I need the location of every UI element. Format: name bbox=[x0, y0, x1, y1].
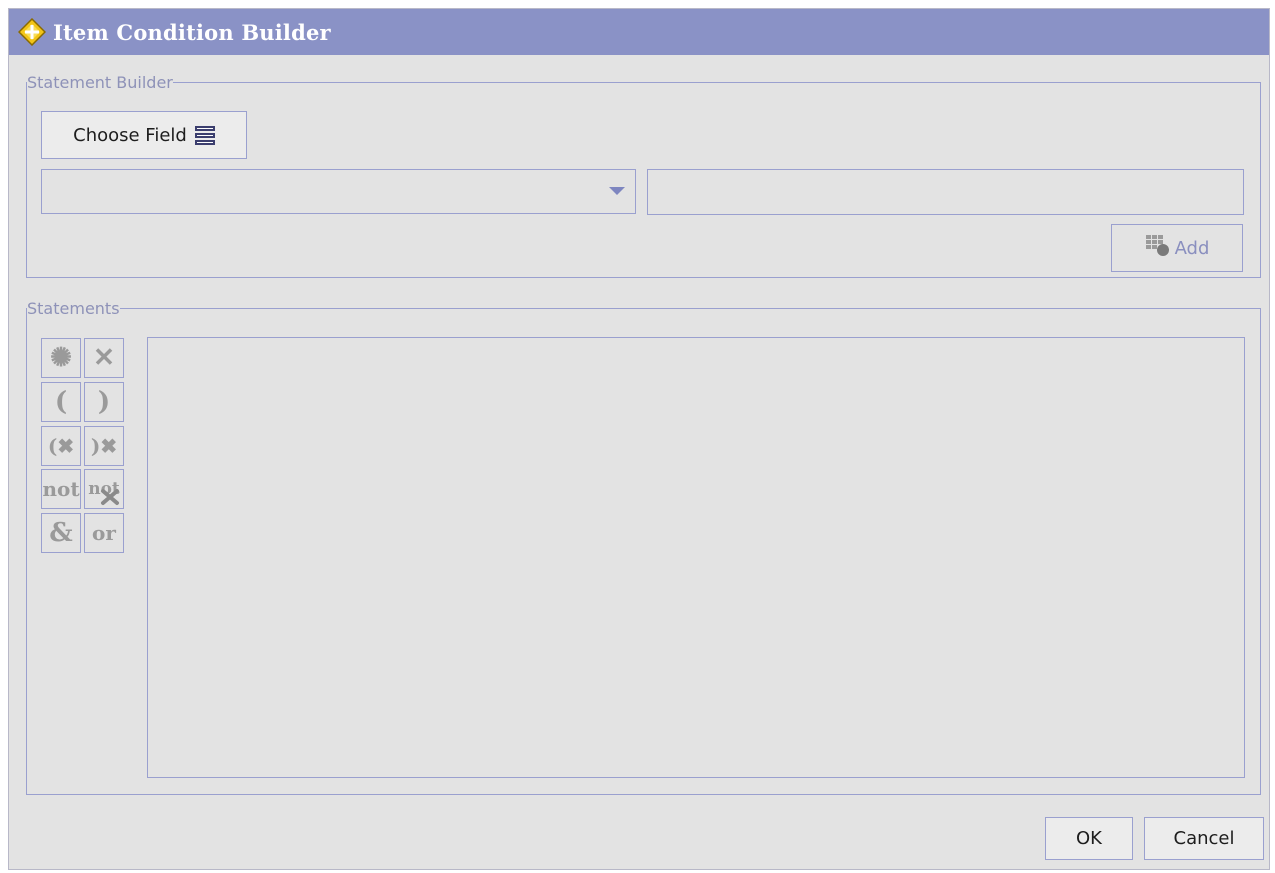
chevron-down-icon[interactable] bbox=[609, 187, 625, 195]
title-bar[interactable]: Item Condition Builder bbox=[9, 9, 1269, 55]
list-icon bbox=[194, 125, 215, 145]
operator-select[interactable] bbox=[41, 169, 636, 214]
remove-x-icon bbox=[101, 489, 119, 505]
remove-open-paren-icon: (✖ bbox=[47, 434, 75, 458]
not-icon: not bbox=[42, 477, 80, 501]
not-button[interactable]: not bbox=[41, 469, 81, 509]
window-title: Item Condition Builder bbox=[53, 19, 331, 45]
delete-icon: ✕ bbox=[93, 343, 115, 373]
remove-close-paren-icon: )✖ bbox=[90, 434, 118, 458]
ok-button[interactable]: OK bbox=[1045, 817, 1133, 860]
and-icon: & bbox=[49, 518, 73, 548]
item-condition-builder-dialog: Item Condition Builder Statement Builder… bbox=[8, 8, 1270, 870]
clear-icon: ✺ bbox=[50, 343, 72, 373]
diamond-icon bbox=[17, 17, 47, 47]
choose-field-button[interactable]: Choose Field bbox=[41, 111, 247, 159]
clear-all-button[interactable]: ✺ bbox=[41, 338, 81, 378]
cancel-button[interactable]: Cancel bbox=[1144, 817, 1264, 860]
statements-list[interactable] bbox=[147, 337, 1245, 778]
ok-label: OK bbox=[1076, 828, 1102, 849]
remove-close-paren-button[interactable]: )✖ bbox=[84, 426, 124, 466]
add-label: Add bbox=[1174, 237, 1210, 259]
grid-add-icon bbox=[1145, 234, 1171, 263]
delete-button[interactable]: ✕ bbox=[84, 338, 124, 378]
cancel-label: Cancel bbox=[1173, 828, 1235, 849]
close-paren-button[interactable]: ) bbox=[84, 382, 124, 422]
close-paren-icon: ) bbox=[97, 387, 111, 417]
or-button[interactable]: or bbox=[84, 513, 124, 553]
choose-field-label: Choose Field bbox=[73, 124, 187, 146]
remove-open-paren-button[interactable]: (✖ bbox=[41, 426, 81, 466]
or-icon: or bbox=[92, 521, 116, 545]
value-input[interactable] bbox=[647, 169, 1244, 215]
remove-not-button[interactable]: not bbox=[84, 469, 124, 509]
open-paren-button[interactable]: ( bbox=[41, 382, 81, 422]
open-paren-icon: ( bbox=[54, 387, 68, 417]
and-button[interactable]: & bbox=[41, 513, 81, 553]
statements-legend: Statements bbox=[27, 299, 120, 318]
statement-builder-legend: Statement Builder bbox=[27, 73, 173, 92]
add-button[interactable]: Add bbox=[1111, 224, 1243, 272]
